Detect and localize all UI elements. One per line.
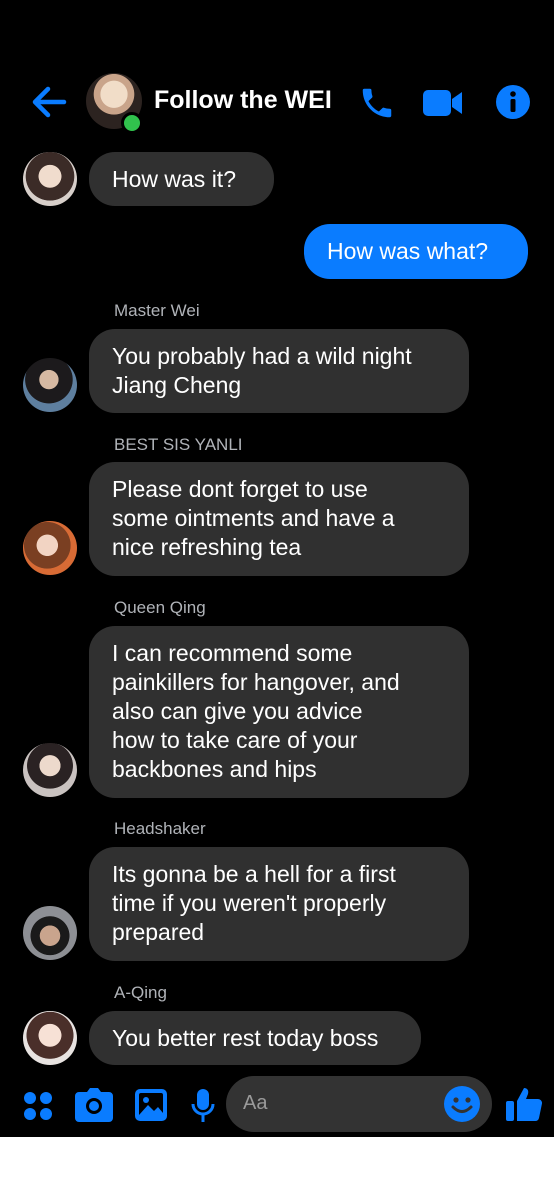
message-text-line: some ointments and have a <box>112 505 395 531</box>
sender-avatar[interactable] <box>23 152 77 206</box>
sender-name: Queen Qing <box>114 598 206 617</box>
emoji-icon[interactable] <box>443 1085 481 1123</box>
sender-avatar[interactable] <box>23 906 77 960</box>
message-text-line: backbones and hips <box>112 756 317 782</box>
message-text-line: also can give you advice <box>112 698 363 724</box>
sender-avatar[interactable] <box>23 521 77 575</box>
messenger-app: Follow the WEI How was it? How was what?… <box>0 0 554 1137</box>
message-input[interactable]: Aa <box>226 1076 492 1132</box>
message-text: How was it? <box>112 166 236 192</box>
message-bubble[interactable]: Its gonna be a hell for a first time if … <box>89 847 469 961</box>
more-apps-icon[interactable] <box>22 1090 54 1127</box>
back-arrow-icon[interactable] <box>28 84 68 120</box>
sender-name: BEST SIS YANLI <box>114 435 243 454</box>
thumbs-up-icon[interactable] <box>504 1084 544 1129</box>
message-text-line: Jiang Cheng <box>112 372 242 398</box>
message-text-line: I can recommend some <box>112 640 353 666</box>
sender-name: Headshaker <box>114 819 206 838</box>
outgoing-message-bubble[interactable]: How was what? <box>304 224 528 279</box>
message-text-line: You probably had a wild night <box>112 343 412 369</box>
gallery-icon[interactable] <box>134 1088 168 1127</box>
message-text-line: time if you weren't properly <box>112 890 387 916</box>
message-text-line: how to take care of your <box>112 727 358 753</box>
video-call-icon[interactable] <box>422 88 464 123</box>
message-text-line: Its gonna be a hell for a first <box>112 861 396 887</box>
message-text-line: Please dont forget to use <box>112 476 368 502</box>
sender-name: A-Qing <box>114 983 167 1002</box>
message-input-placeholder: Aa <box>243 1092 268 1114</box>
sender-name: Master Wei <box>114 301 200 320</box>
chat-header: Follow the WEI <box>0 68 554 138</box>
message-bubble[interactable]: You probably had a wild night Jiang Chen… <box>89 329 469 413</box>
message-text-line: nice refreshing tea <box>112 534 302 560</box>
chat-title[interactable]: Follow the WEI <box>154 86 332 115</box>
camera-icon[interactable] <box>75 1088 113 1127</box>
message-text: You better rest today boss <box>112 1025 379 1051</box>
message-bubble[interactable]: You better rest today boss <box>89 1011 421 1065</box>
info-icon[interactable] <box>495 84 531 125</box>
sender-avatar[interactable] <box>23 1011 77 1065</box>
sender-avatar[interactable] <box>23 743 77 797</box>
message-bubble[interactable]: How was it? <box>89 152 274 206</box>
sender-avatar[interactable] <box>23 358 77 412</box>
message-text-line: painkillers for hangover, and <box>112 669 400 695</box>
message-text-line: prepared <box>112 919 205 945</box>
message-bubble[interactable]: Please dont forget to use some ointments… <box>89 462 469 576</box>
microphone-icon[interactable] <box>190 1088 216 1129</box>
online-status-dot <box>121 112 143 134</box>
message-composer: Aa <box>0 1076 554 1136</box>
message-bubble[interactable]: I can recommend some painkillers for han… <box>89 626 469 798</box>
phone-call-icon[interactable] <box>358 84 396 127</box>
message-text: How was what? <box>327 238 489 264</box>
